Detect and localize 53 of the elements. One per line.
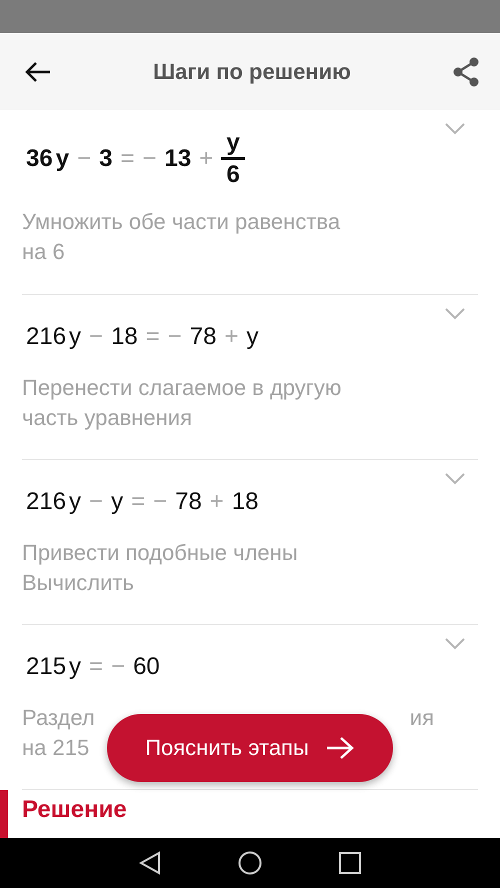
section-marker: [0, 790, 8, 838]
step-description: Раздел: [22, 704, 95, 732]
equation-operator: −: [168, 323, 182, 352]
step-description: Умножить обе части равенства: [22, 208, 340, 236]
step-description: Вычислить: [22, 569, 134, 598]
equation-term: 216: [26, 323, 66, 352]
equation-term: 18: [232, 488, 259, 516]
equation-variable: y: [69, 653, 82, 682]
equation-variable: y: [56, 144, 70, 173]
fraction-bar: [221, 157, 246, 160]
equation-operator: −: [111, 653, 126, 682]
equation-variable: y: [69, 488, 82, 516]
equation-operator: =: [146, 323, 160, 352]
equation-term: 215: [26, 653, 66, 682]
equation-operator: =: [131, 488, 146, 516]
equation-operator: −: [77, 144, 92, 173]
step-description: ия: [410, 704, 434, 732]
equation-term: 13: [164, 144, 192, 173]
equation-term: 36: [26, 144, 53, 173]
step-description: на 6: [22, 238, 65, 266]
equation-term: y: [111, 488, 124, 516]
equation-term: y: [246, 323, 259, 352]
equation-term: 3: [99, 144, 112, 173]
step-description: Перенести слагаемое в другую: [22, 374, 342, 402]
back-button[interactable]: [24, 60, 52, 84]
recents-nav-icon[interactable]: [339, 852, 362, 874]
equation-term: 78: [190, 323, 216, 352]
explain-steps-button[interactable]: Пояснить этапы: [107, 714, 393, 782]
step-description: Привести подобные члены: [22, 539, 298, 568]
share-button[interactable]: [452, 56, 480, 86]
back-nav-icon[interactable]: [138, 851, 161, 875]
step-description: часть уравнения: [22, 404, 192, 432]
equation-operator: =: [120, 144, 134, 173]
screen-title: Шаги по решению: [153, 58, 351, 84]
equation-operator: −: [89, 488, 104, 516]
arrow-right-icon: [324, 736, 355, 760]
equation-operator: +: [224, 323, 239, 352]
equation-operator: −: [153, 488, 168, 516]
equation-operator: =: [89, 653, 104, 682]
fraction-numerator: y: [226, 130, 240, 156]
equation-operator: −: [142, 144, 156, 173]
equation-operator: −: [89, 323, 104, 352]
equation-term: 18: [111, 323, 138, 352]
equation-operator: +: [210, 488, 224, 516]
equation-operator: +: [199, 144, 214, 173]
section-title: Решение: [22, 796, 127, 824]
fraction-denominator: 6: [226, 162, 240, 188]
step-description: на 215: [22, 734, 90, 762]
home-nav-icon[interactable]: [238, 851, 262, 875]
equation-term: 60: [133, 653, 160, 682]
equation-variable: y: [69, 323, 82, 352]
equation-term: 78: [175, 488, 202, 516]
equation-term: 216: [26, 488, 66, 516]
